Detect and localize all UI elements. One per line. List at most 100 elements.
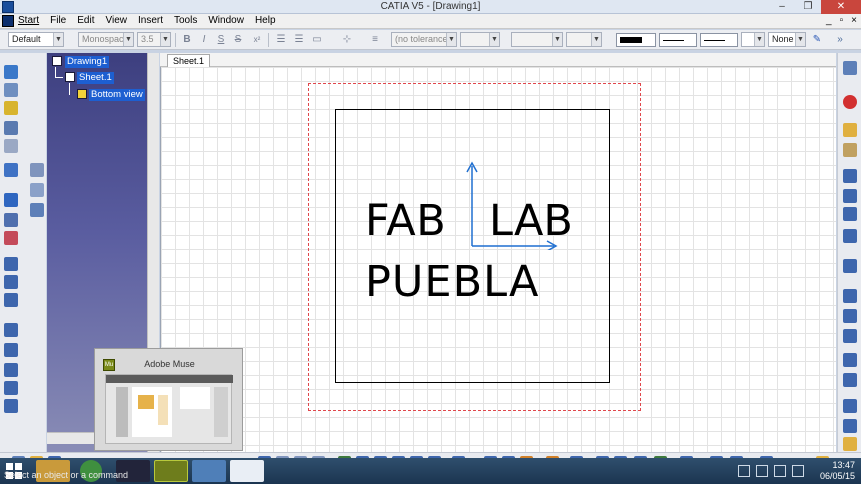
numerical-display-select[interactable]: ▼	[511, 32, 563, 47]
thread-icon[interactable]	[4, 275, 18, 289]
style-select[interactable]: Default ▼	[8, 32, 64, 47]
system-clock[interactable]: 13:47 06/05/15	[815, 460, 855, 482]
adobe-muse-icon[interactable]	[154, 460, 188, 482]
font-select[interactable]: Monospac821 ▼	[78, 32, 134, 47]
superscript-button[interactable]: x²	[250, 33, 264, 47]
new-view-icon[interactable]	[4, 65, 18, 79]
tree-item-bottom-view[interactable]: Bottom view	[89, 89, 145, 101]
area-fill-icon[interactable]	[843, 373, 857, 387]
text-icon[interactable]	[843, 289, 857, 303]
precision-select[interactable]: ▼	[566, 32, 602, 47]
align-left-icon[interactable]: ☰	[274, 33, 288, 47]
spline-icon[interactable]	[4, 399, 18, 413]
tree-item-sheet1[interactable]: Sheet.1	[77, 72, 114, 84]
drawing-text-fab[interactable]: FAB	[365, 197, 446, 245]
menu-tools[interactable]: Tools	[172, 15, 206, 27]
font-size-select[interactable]: 3.5 ▼	[137, 32, 171, 47]
dress-up-icon[interactable]	[4, 231, 18, 245]
balloon-icon[interactable]	[843, 259, 857, 273]
roughness-icon[interactable]	[843, 309, 857, 323]
center-line-icon[interactable]	[4, 293, 18, 307]
sheet-manager-icon[interactable]	[843, 61, 857, 75]
tree-item-drawing1[interactable]: Drawing1	[65, 56, 110, 68]
section-view-icon[interactable]	[4, 121, 18, 135]
chevron-down-icon[interactable]: ▼	[160, 33, 170, 46]
tray-volume-icon[interactable]	[792, 465, 804, 477]
chained-dimension-icon[interactable]	[843, 189, 857, 203]
table-icon[interactable]	[843, 329, 857, 343]
chevron-down-icon[interactable]: ▼	[53, 33, 63, 46]
document-icon[interactable]	[2, 15, 14, 27]
tolerance-select[interactable]: (no tolerance) ▼	[391, 32, 457, 47]
align-center-icon[interactable]: ☰	[292, 33, 306, 47]
menu-start[interactable]: Start	[16, 15, 48, 27]
projection-view-icon[interactable]	[4, 101, 18, 115]
chevron-down-icon[interactable]: ▼	[489, 33, 499, 46]
copy-format-icon[interactable]: ✎	[810, 33, 824, 47]
tray-wifi-icon[interactable]	[774, 465, 786, 477]
update-icon[interactable]	[843, 143, 857, 157]
chevron-down-icon[interactable]: ▼	[754, 33, 764, 46]
paint-icon[interactable]	[192, 460, 226, 482]
minimize-button[interactable]: –	[769, 0, 795, 14]
rectangle-icon[interactable]	[4, 193, 18, 207]
frame-icon[interactable]: ▭	[310, 33, 324, 47]
point-style-select[interactable]: ▼	[741, 32, 765, 47]
weld-icon[interactable]	[843, 399, 857, 413]
chevron-down-icon[interactable]: ▼	[795, 33, 805, 46]
arrow-icon[interactable]	[843, 353, 857, 367]
text-format-icon[interactable]: ≡	[368, 33, 382, 47]
line-icon[interactable]	[4, 343, 18, 357]
scale-icon[interactable]	[30, 203, 44, 217]
chevron-down-icon[interactable]: ▼	[446, 33, 456, 46]
italic-button[interactable]: I	[197, 33, 211, 47]
pinned-app-icon[interactable]	[230, 460, 264, 482]
doc-restore-button[interactable]: ▫	[840, 15, 844, 26]
pattern-select[interactable]: None ▼	[768, 32, 806, 47]
tray-flag-icon[interactable]	[756, 465, 768, 477]
axis-icon[interactable]	[4, 257, 18, 271]
toolbar-overflow-icon[interactable]: »	[833, 33, 847, 47]
chevron-down-icon[interactable]: ▼	[123, 33, 133, 46]
clipping-view-icon[interactable]	[4, 163, 18, 177]
arc-icon[interactable]	[30, 163, 44, 177]
dimension-icon[interactable]	[843, 169, 857, 183]
tab-sheet1[interactable]: Sheet.1	[167, 54, 211, 67]
tolerance-value-select[interactable]: ▼	[460, 32, 500, 47]
drawing-text-puebla[interactable]: PUEBLA	[365, 258, 539, 306]
datum-icon[interactable]	[843, 207, 857, 221]
chevron-down-icon[interactable]: ▼	[552, 33, 562, 46]
underline-button[interactable]: S	[214, 33, 228, 47]
text-frame-icon[interactable]	[843, 229, 857, 243]
menu-file[interactable]: File	[48, 15, 75, 27]
thickness-select[interactable]	[700, 33, 738, 47]
menu-help[interactable]: Help	[253, 15, 285, 27]
menu-view[interactable]: View	[103, 15, 136, 27]
chevron-down-icon[interactable]: ▼	[591, 33, 601, 46]
menu-edit[interactable]: Edit	[75, 15, 103, 27]
circle-icon[interactable]	[4, 363, 18, 377]
bold-button[interactable]: B	[180, 33, 194, 47]
stop-icon[interactable]	[843, 95, 857, 109]
tray-network-icon[interactable]	[738, 465, 750, 477]
wizard-icon[interactable]	[4, 213, 18, 227]
close-button[interactable]: ✕	[821, 0, 861, 14]
linetype-select[interactable]	[659, 33, 697, 47]
symbol-icon[interactable]	[843, 419, 857, 433]
taskbar-thumbnail-preview[interactable]: Mu Adobe Muse	[94, 348, 243, 451]
front-view-icon[interactable]	[4, 83, 18, 97]
color-select[interactable]	[616, 33, 656, 47]
detail-view-icon[interactable]	[4, 139, 18, 153]
thumbnail-window-preview[interactable]	[105, 374, 233, 444]
symmetry-icon[interactable]	[30, 183, 44, 197]
anchor-point-icon[interactable]: ⊹	[340, 33, 354, 47]
maximize-button[interactable]: ❐	[795, 0, 821, 14]
doc-close-button[interactable]: ×	[851, 15, 857, 26]
select-arrow-icon[interactable]	[843, 123, 857, 137]
doc-minimize-button[interactable]: _	[826, 15, 832, 26]
strikethrough-button[interactable]: S	[231, 33, 245, 47]
menu-insert[interactable]: Insert	[136, 15, 172, 27]
measure-icon[interactable]	[843, 437, 857, 451]
point-icon[interactable]	[4, 323, 18, 337]
ellipse-icon[interactable]	[4, 381, 18, 395]
